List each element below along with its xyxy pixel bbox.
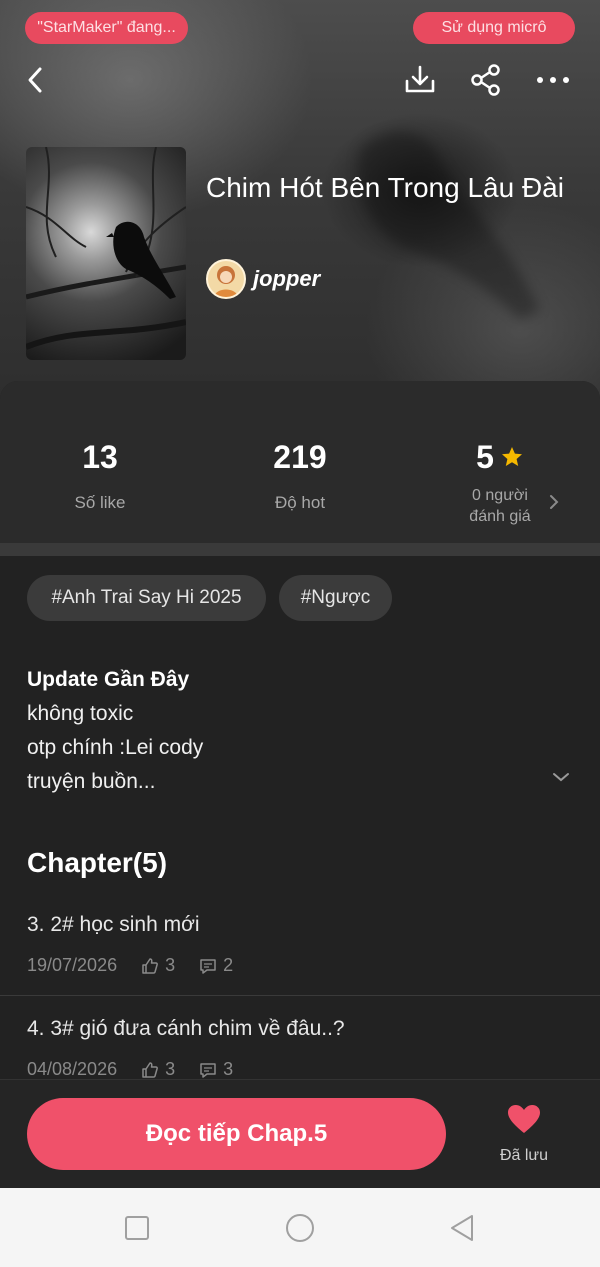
microphone-in-use-text: Sử dụng micrô xyxy=(441,19,547,36)
description-line: truyện buồn... xyxy=(27,770,156,793)
story-details-panel: 13 Số like 219 Độ hot 5 0 người đánh giá… xyxy=(0,381,600,1191)
chapter-meta: 19/07/2026 3 2 xyxy=(27,955,233,976)
chevron-right-icon[interactable] xyxy=(548,493,560,511)
download-icon xyxy=(405,65,435,93)
stats-section: 13 Số like 219 Độ hot 5 0 người đánh giá xyxy=(0,381,600,543)
story-hero: "StarMaker" đang... Sử dụng micrô Chim H… xyxy=(0,0,600,400)
comment-icon xyxy=(200,1062,216,1078)
hot-count: 219 xyxy=(273,439,327,475)
author-avatar[interactable] xyxy=(206,259,246,299)
chapter-list-item[interactable]: 3. 2# học sinh mới 19/07/2026 3 2 xyxy=(0,893,600,996)
rating-label-line2: đánh giá xyxy=(469,508,531,525)
likes-stat: 13 Số like xyxy=(50,437,150,513)
background-crow-image xyxy=(358,131,540,320)
chapter-date: 19/07/2026 xyxy=(27,955,118,975)
home-icon[interactable] xyxy=(284,1212,316,1244)
story-title: Chim Hót Bên Trong Lâu Đài xyxy=(206,172,564,203)
app-notification-text: "StarMaker" đang... xyxy=(37,19,176,36)
more-options-button[interactable] xyxy=(533,60,573,100)
chapter-likes: 3 xyxy=(165,955,176,975)
story-cover-image[interactable] xyxy=(26,147,186,360)
download-button[interactable] xyxy=(400,60,440,100)
rating-label: 0 người đánh giá xyxy=(440,485,560,527)
author-name[interactable]: jopper xyxy=(253,266,320,292)
share-button[interactable] xyxy=(466,60,506,100)
description-line: otp chính :Lei cody xyxy=(27,736,204,759)
back-button[interactable] xyxy=(16,60,56,100)
chapter-comments: 3 xyxy=(223,1059,234,1079)
heart-icon xyxy=(508,1105,540,1133)
share-icon xyxy=(471,64,500,96)
hot-stat: 219 Độ hot xyxy=(240,437,360,513)
chapter-likes: 3 xyxy=(165,1059,176,1079)
story-description: Update Gần Đây không toxic otp chính :Le… xyxy=(27,663,547,799)
rating-label-line1: 0 người xyxy=(472,487,528,504)
saved-button[interactable]: Đã lưu xyxy=(488,1104,560,1165)
thumbs-up-icon xyxy=(142,957,159,974)
likes-label: Số like xyxy=(74,493,126,512)
description-line: không toxic xyxy=(27,702,134,725)
bottom-action-bar: Đọc tiếp Chap.5 Đã lưu xyxy=(0,1079,600,1188)
system-back-icon[interactable] xyxy=(446,1212,478,1244)
rating-stat[interactable]: 5 0 người đánh giá xyxy=(440,437,560,527)
rating-value-row: 5 xyxy=(440,437,560,477)
chapter-title: 4. 3# gió đưa cánh chim về đâu..? xyxy=(27,1017,345,1040)
avatar-illustration xyxy=(214,266,238,297)
chapter-date: 04/08/2026 xyxy=(27,1059,118,1079)
more-icon xyxy=(537,77,569,83)
description-heading: Update Gần Đây xyxy=(27,668,190,691)
tag-anh-trai-say-hi[interactable]: #Anh Trai Say Hi 2025 xyxy=(27,575,266,621)
likes-count: 13 xyxy=(82,439,118,475)
chapter-comments: 2 xyxy=(223,955,234,975)
thumbs-up-icon xyxy=(142,1061,159,1078)
recent-apps-icon[interactable] xyxy=(121,1212,153,1244)
continue-reading-button[interactable]: Đọc tiếp Chap.5 xyxy=(27,1098,446,1170)
chapter-title: 3. 2# học sinh mới xyxy=(27,913,200,936)
star-icon xyxy=(501,447,522,466)
app-notification-pill[interactable]: "StarMaker" đang... xyxy=(25,12,188,44)
chapter-list-header: Chapter(5) xyxy=(27,847,168,878)
section-divider xyxy=(0,543,600,556)
microphone-in-use-pill[interactable]: Sử dụng micrô xyxy=(413,12,575,44)
crow-on-branch-illustration xyxy=(26,147,186,350)
rating-value: 5 xyxy=(476,439,494,475)
hot-label: Độ hot xyxy=(274,493,326,512)
back-icon xyxy=(28,67,42,93)
tag-nguoc[interactable]: #Ngược xyxy=(279,575,392,621)
chapter-meta: 04/08/2026 3 3 xyxy=(27,1059,233,1080)
comment-icon xyxy=(200,958,216,974)
chevron-down-icon[interactable] xyxy=(551,771,571,783)
system-navigation-bar xyxy=(0,1188,600,1267)
saved-label: Đã lưu xyxy=(499,1147,549,1164)
